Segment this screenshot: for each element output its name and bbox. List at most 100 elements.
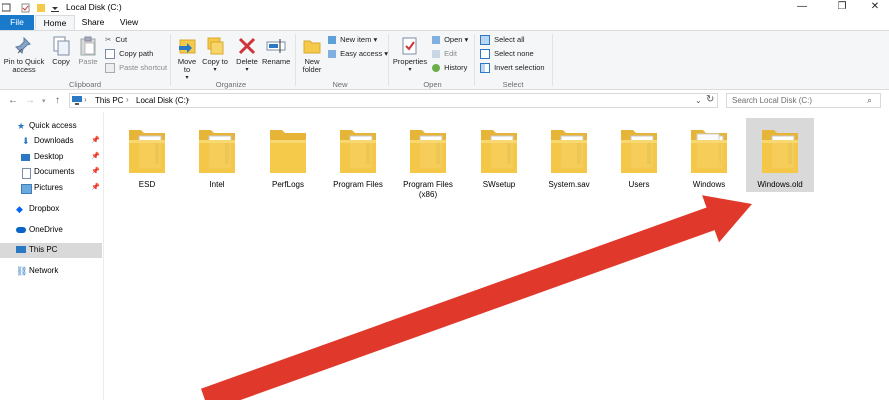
- folder-item[interactable]: PerfLogs: [254, 118, 322, 200]
- copy-to-icon: [207, 37, 224, 55]
- edit-button[interactable]: Edit: [432, 48, 457, 60]
- folder-name: Program Files: [333, 180, 383, 189]
- search-placeholder: Search Local Disk (C:): [732, 96, 813, 105]
- nav-item-this-pc[interactable]: This PC: [0, 243, 102, 258]
- clipboard-icon: [80, 36, 96, 56]
- folder-icon: [129, 130, 165, 173]
- select-none-icon: [480, 49, 490, 60]
- pin-label: Pin to Quick access: [3, 57, 45, 74]
- rename-icon: [266, 39, 286, 53]
- history-button[interactable]: History: [432, 62, 467, 74]
- pin-to-quick-access-button[interactable]: Pin to Quick access: [2, 36, 46, 74]
- move-to-button[interactable]: Move to ▾: [174, 36, 200, 82]
- open-group-label: Open: [423, 80, 442, 89]
- invert-selection-button[interactable]: Invert selection: [480, 62, 545, 74]
- back-button[interactable]: ←: [8, 95, 18, 106]
- paste-shortcut-icon: [105, 63, 115, 74]
- folder-item[interactable]: Users: [605, 118, 673, 200]
- cloud-icon: [16, 227, 26, 233]
- nav-item-onedrive[interactable]: OneDrive: [0, 223, 102, 238]
- folder-item[interactable]: Windows: [675, 118, 743, 200]
- select-all-icon: [480, 35, 490, 46]
- copy-path-button[interactable]: Copy path: [105, 48, 153, 60]
- download-icon: ⬇: [22, 136, 30, 146]
- folder-item[interactable]: SWsetup: [465, 118, 533, 200]
- folder-icon: [762, 130, 798, 173]
- folder-item[interactable]: Intel: [183, 118, 251, 200]
- cut-label: Cut: [115, 35, 128, 44]
- tab-file[interactable]: File: [0, 15, 34, 30]
- open-button[interactable]: Open ▾: [432, 34, 468, 46]
- folder-name: SWsetup: [482, 180, 516, 189]
- move-to-icon: [179, 39, 196, 54]
- ribbon-separator: [388, 34, 389, 86]
- select-none-button[interactable]: Select none: [480, 48, 534, 60]
- select-all-label: Select all: [494, 35, 525, 44]
- search-icon: ⌕: [867, 95, 873, 105]
- folder-icon: [691, 130, 727, 173]
- copy-to-label: Copy to: [202, 57, 228, 66]
- nav-label: Network: [29, 266, 59, 275]
- up-button[interactable]: ↑: [55, 95, 60, 106]
- folder-item[interactable]: Program Files (x86): [394, 118, 462, 200]
- nav-item-desktop[interactable]: Desktop 📌: [0, 150, 102, 165]
- copy-button[interactable]: Copy: [50, 36, 72, 66]
- nav-item-documents[interactable]: Documents 📌: [0, 165, 102, 180]
- ribbon-separator: [295, 34, 296, 86]
- folder-name: Users: [628, 180, 650, 189]
- easy-access-label: Easy access: [340, 49, 383, 58]
- nav-item-downloads[interactable]: ⬇ Downloads 📌: [0, 134, 102, 149]
- history-label: History: [444, 63, 468, 72]
- open-icon: [432, 36, 440, 45]
- pin-icon: 📌: [91, 153, 100, 160]
- new-folder-icon: [303, 40, 321, 54]
- nav-label: OneDrive: [29, 225, 63, 234]
- folder-icon: [410, 130, 446, 173]
- new-folder-button[interactable]: New folder: [299, 36, 325, 74]
- invert-selection-icon: [480, 63, 490, 74]
- folder-name: Windows.old: [757, 180, 803, 189]
- breadcrumb-local-disk[interactable]: Local Disk (C:): [136, 96, 188, 105]
- folder-icon: [270, 130, 306, 173]
- delete-button[interactable]: Delete ▾: [234, 36, 260, 74]
- dropbox-icon: ◆: [16, 204, 23, 214]
- tab-home[interactable]: Home: [35, 15, 75, 30]
- paste-shortcut-button[interactable]: Paste shortcut: [105, 62, 167, 74]
- folder-item[interactable]: Windows.old: [746, 118, 814, 192]
- delete-label: Delete: [236, 57, 258, 66]
- tab-view[interactable]: View: [111, 15, 147, 30]
- nav-item-dropbox[interactable]: ◆ Dropbox: [0, 202, 102, 217]
- select-all-button[interactable]: Select all: [480, 34, 525, 46]
- rename-button[interactable]: Rename: [262, 36, 290, 66]
- copy-to-button[interactable]: Copy to ▾: [202, 36, 228, 74]
- nav-item-quick-access[interactable]: ★ Quick access: [0, 119, 102, 134]
- folder-item[interactable]: System.sav: [535, 118, 603, 200]
- properties-button[interactable]: Properties ▾: [391, 36, 429, 74]
- address-dropdown-button[interactable]: ⌄: [695, 96, 702, 105]
- folder-name: System.sav: [548, 180, 590, 189]
- quick-access-toolbar[interactable]: [2, 3, 60, 13]
- folder-item[interactable]: Program Files: [324, 118, 392, 200]
- minimize-button[interactable]: —: [790, 0, 814, 15]
- chevron-down-icon: ▾: [373, 35, 378, 44]
- refresh-button[interactable]: ↻: [706, 94, 714, 105]
- open-label: Open: [444, 35, 463, 44]
- title-bar: [0, 0, 889, 15]
- star-icon: ★: [17, 121, 26, 131]
- folder-name: Program Files (x86): [403, 180, 453, 199]
- nav-item-pictures[interactable]: Pictures 📌: [0, 181, 102, 196]
- breadcrumb-this-pc[interactable]: This PC: [95, 96, 123, 105]
- paste-button[interactable]: Paste: [77, 36, 99, 66]
- easy-access-button[interactable]: Easy access ▾: [328, 48, 388, 60]
- recent-locations-button[interactable]: ▾: [42, 97, 46, 105]
- tab-share[interactable]: Share: [75, 15, 111, 30]
- history-icon: [432, 64, 440, 73]
- breadcrumb-chevron-icon: ›: [84, 95, 87, 104]
- cut-button[interactable]: ✂ Cut: [105, 34, 127, 46]
- new-item-button[interactable]: New item ▾: [328, 34, 377, 46]
- folder-item[interactable]: ESD: [113, 118, 181, 200]
- close-button[interactable]: ✕: [863, 0, 887, 15]
- nav-item-network[interactable]: ⛓ Network: [0, 264, 102, 279]
- maximize-button[interactable]: ❐: [830, 0, 854, 15]
- forward-button[interactable]: →: [25, 95, 35, 106]
